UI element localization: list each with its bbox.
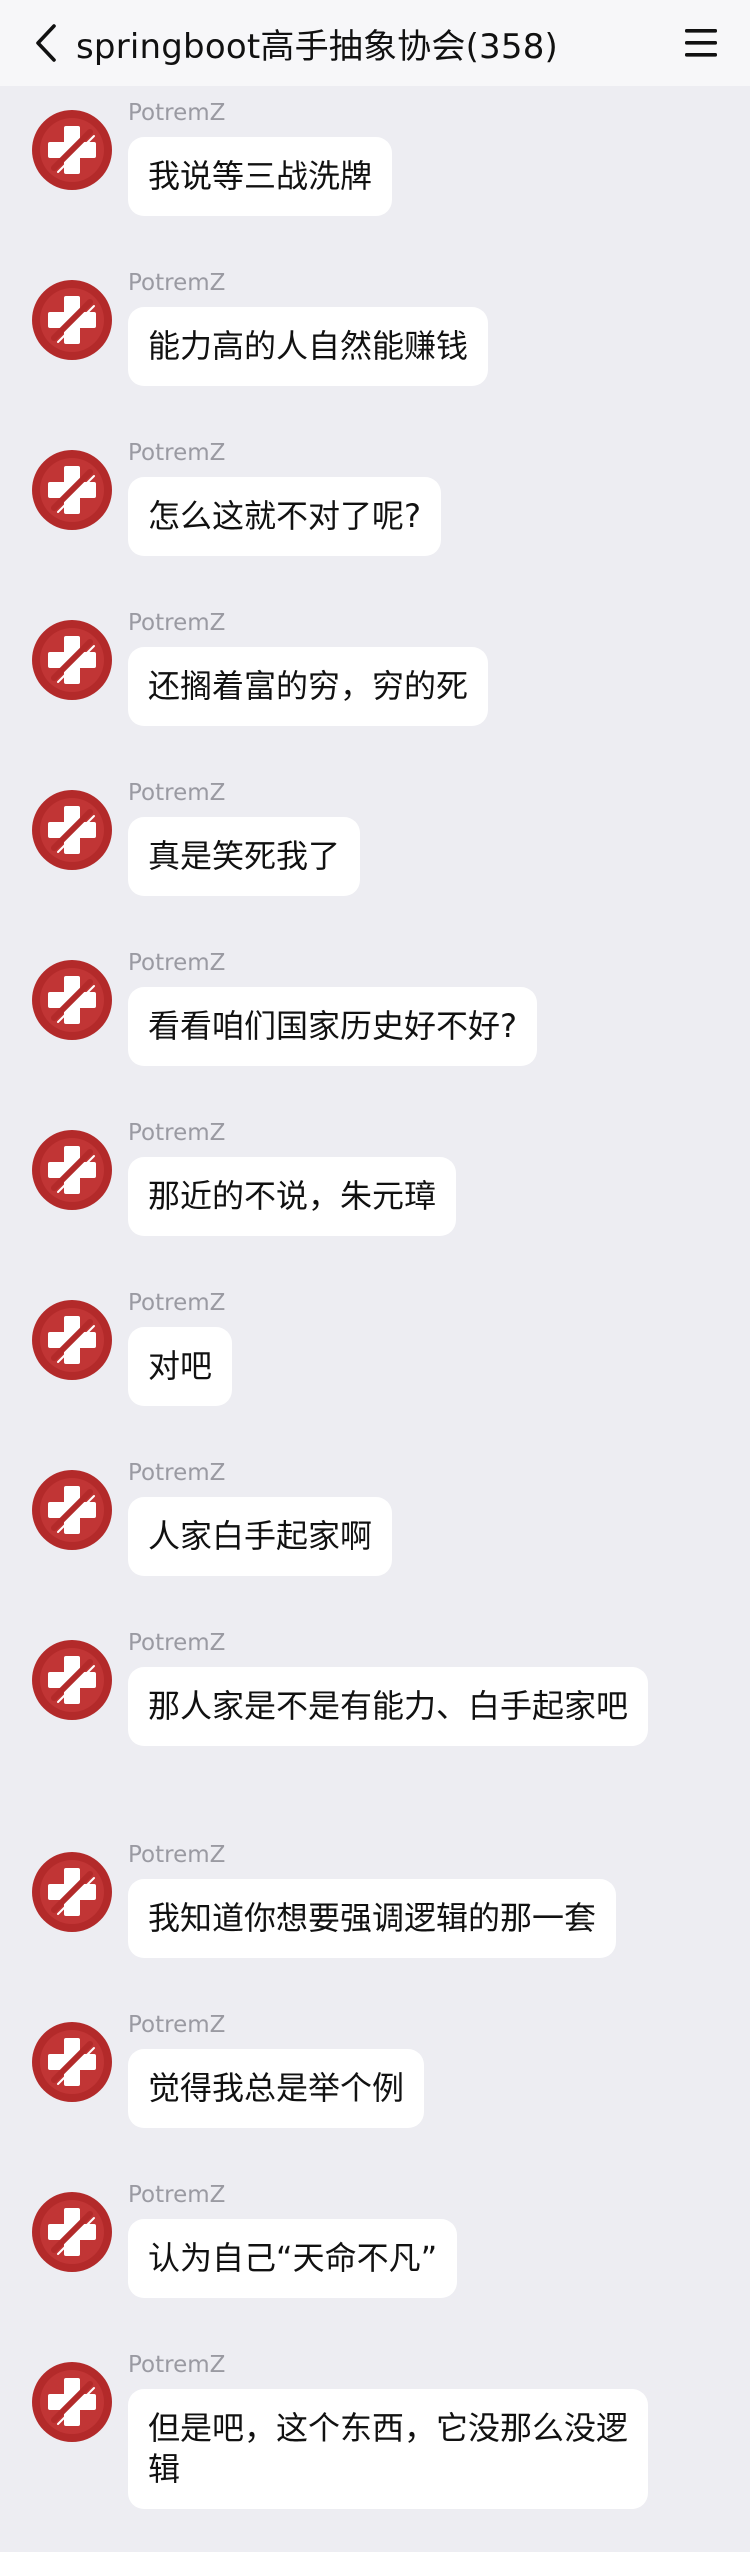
red-cross-avatar-icon[interactable] xyxy=(32,960,112,1040)
sender-name: PotremZ xyxy=(128,610,226,636)
hamburger-menu-icon xyxy=(685,29,717,57)
message-bubble[interactable]: 真是笑死我了 xyxy=(128,817,361,896)
sender-name: PotremZ xyxy=(128,2352,226,2378)
message-bubble[interactable]: 看看咱们国家历史好不好? xyxy=(128,987,537,1066)
red-cross-avatar-icon[interactable] xyxy=(32,2022,112,2102)
red-cross-avatar-icon[interactable] xyxy=(32,1640,112,1720)
message-bubble[interactable]: 还搁着富的穷，穷的死 xyxy=(128,647,489,726)
red-cross-avatar-icon[interactable] xyxy=(32,280,112,360)
sender-name: PotremZ xyxy=(128,950,226,976)
message-bubble[interactable]: 能力高的人自然能赚钱 xyxy=(128,307,489,386)
red-cross-avatar-icon[interactable] xyxy=(32,1130,112,1210)
message-bubble[interactable]: 觉得我总是举个例 xyxy=(128,2049,425,2128)
sender-name: PotremZ xyxy=(128,270,226,296)
menu-button[interactable] xyxy=(682,24,720,62)
red-cross-avatar-icon[interactable] xyxy=(32,790,112,870)
sender-name: PotremZ xyxy=(128,100,226,126)
message-bubble[interactable]: 那近的不说，朱元璋 xyxy=(128,1157,457,1236)
sender-name: PotremZ xyxy=(128,2182,226,2208)
chat-title: springboot高手抽象协会(358) xyxy=(76,26,558,67)
sender-name: PotremZ xyxy=(128,440,226,466)
red-cross-avatar-icon[interactable] xyxy=(32,620,112,700)
sender-name: PotremZ xyxy=(128,1842,226,1868)
red-cross-avatar-icon[interactable] xyxy=(32,2192,112,2272)
red-cross-avatar-icon[interactable] xyxy=(32,1300,112,1380)
red-cross-avatar-icon[interactable] xyxy=(32,2362,112,2442)
sender-name: PotremZ xyxy=(128,1460,226,1486)
red-cross-avatar-icon[interactable] xyxy=(32,450,112,530)
message-bubble[interactable]: 对吧 xyxy=(128,1327,233,1406)
message-bubble[interactable]: 认为自己“天命不凡” xyxy=(128,2219,458,2298)
message-bubble[interactable]: 怎么这就不对了呢? xyxy=(128,477,441,556)
red-cross-avatar-icon[interactable] xyxy=(32,1470,112,1550)
sender-name: PotremZ xyxy=(128,1630,226,1656)
sender-name: PotremZ xyxy=(128,2012,226,2038)
message-bubble[interactable]: 人家白手起家啊 xyxy=(128,1497,393,1576)
red-cross-avatar-icon[interactable] xyxy=(32,110,112,190)
sender-name: PotremZ xyxy=(128,780,226,806)
red-cross-avatar-icon[interactable] xyxy=(32,1852,112,1932)
message-bubble[interactable]: 但是吧，这个东西，它没那么没逻辑 xyxy=(128,2389,648,2509)
sender-name: PotremZ xyxy=(128,1290,226,1316)
chevron-left-icon xyxy=(36,24,56,62)
sender-name: PotremZ xyxy=(128,1120,226,1146)
back-button[interactable] xyxy=(24,21,68,65)
top-bar: springboot高手抽象协会(358) xyxy=(0,0,750,86)
message-bubble[interactable]: 我说等三战洗牌 xyxy=(128,137,393,216)
message-bubble[interactable]: 那人家是不是有能力、白手起家吧 xyxy=(128,1667,648,1746)
message-bubble[interactable]: 我知道你想要强调逻辑的那一套 xyxy=(128,1879,617,1958)
